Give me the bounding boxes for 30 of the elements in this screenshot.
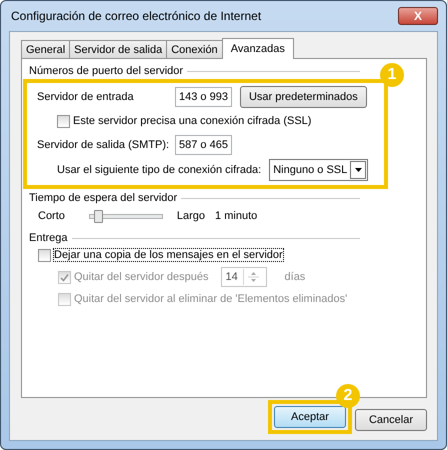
encryption-dropdown[interactable]: Ninguno o SSL	[269, 159, 368, 181]
tab[interactable]: General	[21, 40, 70, 58]
slider-thumb[interactable]	[94, 210, 102, 222]
callout-badge: 1	[380, 63, 404, 87]
dropdown-arrow-icon	[354, 168, 362, 172]
defaults-button[interactable]: Usar predeterminados	[240, 86, 367, 108]
section-title: Tiempo de espera del servidor	[29, 192, 178, 204]
accept-button[interactable]: Aceptar	[274, 406, 346, 428]
checkbox-label: Quitar del servidor al eliminar de 'Elementos eliminados'	[74, 293, 348, 305]
port-field[interactable]: 143 o 993	[175, 87, 232, 107]
tab[interactable]: Conexión	[166, 40, 223, 58]
cancel-button[interactable]: Cancelar	[355, 409, 427, 431]
checkbox[interactable]	[38, 248, 51, 262]
section-title: Números de puerto del servidor	[29, 65, 184, 77]
tab[interactable]: Servidor de salida	[69, 40, 168, 58]
field-label: Servidor de entrada	[37, 91, 135, 103]
section-title: Entrega	[29, 232, 68, 244]
checkbox-label: Dejar una copia de los mensajes en el servidor	[54, 249, 283, 261]
slider-label: Largo	[176, 210, 206, 222]
field-label: Usar el siguiente tipo de conexión cifrada:	[57, 164, 262, 176]
field-label: Servidor de salida (SMTP):	[37, 139, 170, 151]
tab[interactable]: Avanzadas	[222, 38, 294, 59]
slider-reading: 1 minuto	[215, 210, 258, 222]
checkbox[interactable]	[57, 114, 70, 128]
port-field[interactable]: 587 o 465	[175, 135, 232, 155]
slider-label: Corto	[38, 210, 65, 222]
window-title: Configuración de correo electrónico de Internet	[10, 9, 262, 23]
unit-label: días	[284, 271, 306, 283]
checkbox-label: Este servidor precisa una conexión cifrada (SSL)	[73, 115, 312, 127]
checkbox-label: Quitar del servidor después	[74, 271, 209, 283]
